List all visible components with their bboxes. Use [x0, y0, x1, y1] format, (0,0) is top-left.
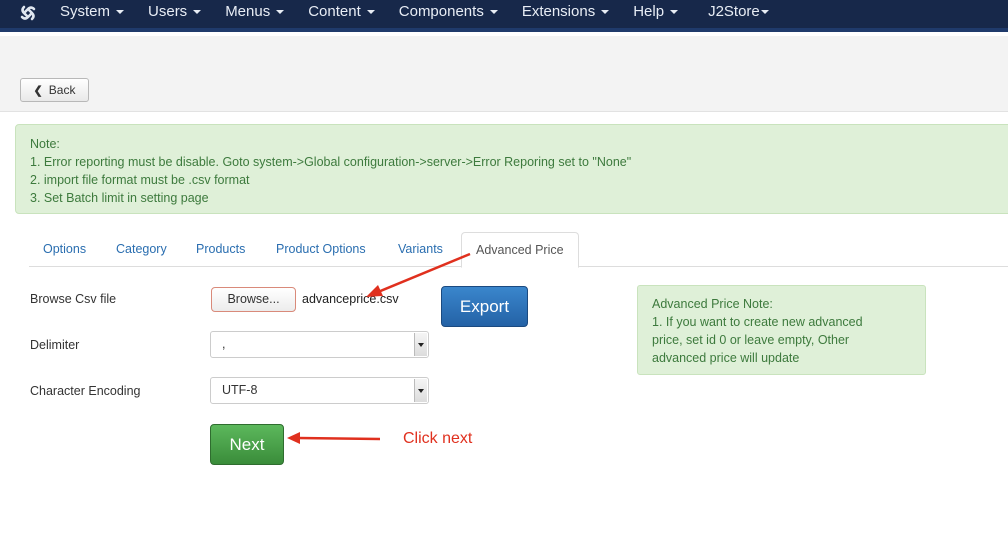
caret-down-icon	[489, 10, 498, 15]
main-menu: System Users Menus Content Components Ex…	[48, 0, 781, 26]
tab-advanced-price[interactable]: Advanced Price	[461, 232, 579, 268]
character-encoding-label: Character Encoding	[30, 384, 141, 398]
browse-csv-label: Browse Csv file	[30, 292, 117, 306]
note-line: advanced price will update	[652, 351, 800, 365]
delimiter-select[interactable]: ,	[210, 331, 429, 358]
menu-components[interactable]: Components	[387, 0, 510, 26]
caret-down-icon	[366, 10, 375, 15]
browse-button[interactable]: Browse...	[211, 287, 296, 312]
note-line: Advanced Price Note:	[652, 297, 773, 311]
caret-down-icon	[760, 10, 769, 15]
arrow-to-next-button	[287, 432, 381, 444]
caret-down-icon	[276, 10, 285, 15]
note-line: 1. If you want to create new advanced	[652, 315, 863, 329]
select-arrow-icon	[414, 333, 427, 356]
click-next-annotation: Click next	[403, 430, 473, 447]
alert-line: 3. Set Batch limit in setting page	[30, 191, 209, 205]
chevron-left-icon: ❮	[33, 84, 43, 97]
menu-users[interactable]: Users	[136, 0, 213, 26]
select-arrow-icon	[414, 379, 427, 402]
export-button[interactable]: Export	[441, 286, 528, 327]
menu-content[interactable]: Content	[296, 0, 387, 26]
joomla-logo-icon[interactable]	[18, 3, 38, 23]
caret-down-icon	[116, 10, 125, 15]
back-button[interactable]: ❮ Back	[20, 78, 89, 102]
caret-down-icon	[670, 10, 679, 15]
menu-system[interactable]: System	[48, 0, 136, 26]
menu-extensions[interactable]: Extensions	[510, 0, 621, 26]
delimiter-label: Delimiter	[30, 338, 80, 352]
caret-down-icon	[601, 10, 610, 15]
menu-j2store[interactable]: J2Store	[696, 0, 781, 26]
tab-products[interactable]: Products	[182, 232, 259, 267]
delimiter-value: ,	[222, 337, 226, 351]
next-button[interactable]: Next	[210, 424, 284, 465]
alert-line: 2. import file format must be .csv forma…	[30, 173, 250, 187]
tab-category[interactable]: Category	[102, 232, 181, 267]
back-button-label: Back	[48, 83, 76, 97]
import-tabs: Options Category Products Product Option…	[29, 232, 1008, 268]
tab-variants[interactable]: Variants	[384, 232, 457, 267]
menu-help[interactable]: Help	[621, 0, 690, 26]
selected-file-name: advanceprice.csv	[302, 292, 399, 306]
alert-line: 1. Error reporting must be disable. Goto…	[30, 155, 632, 169]
menu-menus[interactable]: Menus	[213, 0, 296, 26]
note-line: price, set id 0 or leave empty, Other	[652, 333, 850, 347]
caret-down-icon	[193, 10, 202, 15]
character-encoding-select[interactable]: UTF-8	[210, 377, 429, 404]
tab-product-options[interactable]: Product Options	[262, 232, 380, 267]
advanced-price-note: Advanced Price Note: 1. If you want to c…	[637, 285, 926, 375]
top-navbar: System Users Menus Content Components Ex…	[0, 0, 1008, 32]
toolbar-area	[0, 36, 1008, 112]
tab-options[interactable]: Options	[29, 232, 100, 267]
alert-line: Note:	[30, 137, 60, 151]
import-note-alert: Note: 1. Error reporting must be disable…	[15, 124, 1008, 214]
encoding-value: UTF-8	[222, 383, 258, 397]
